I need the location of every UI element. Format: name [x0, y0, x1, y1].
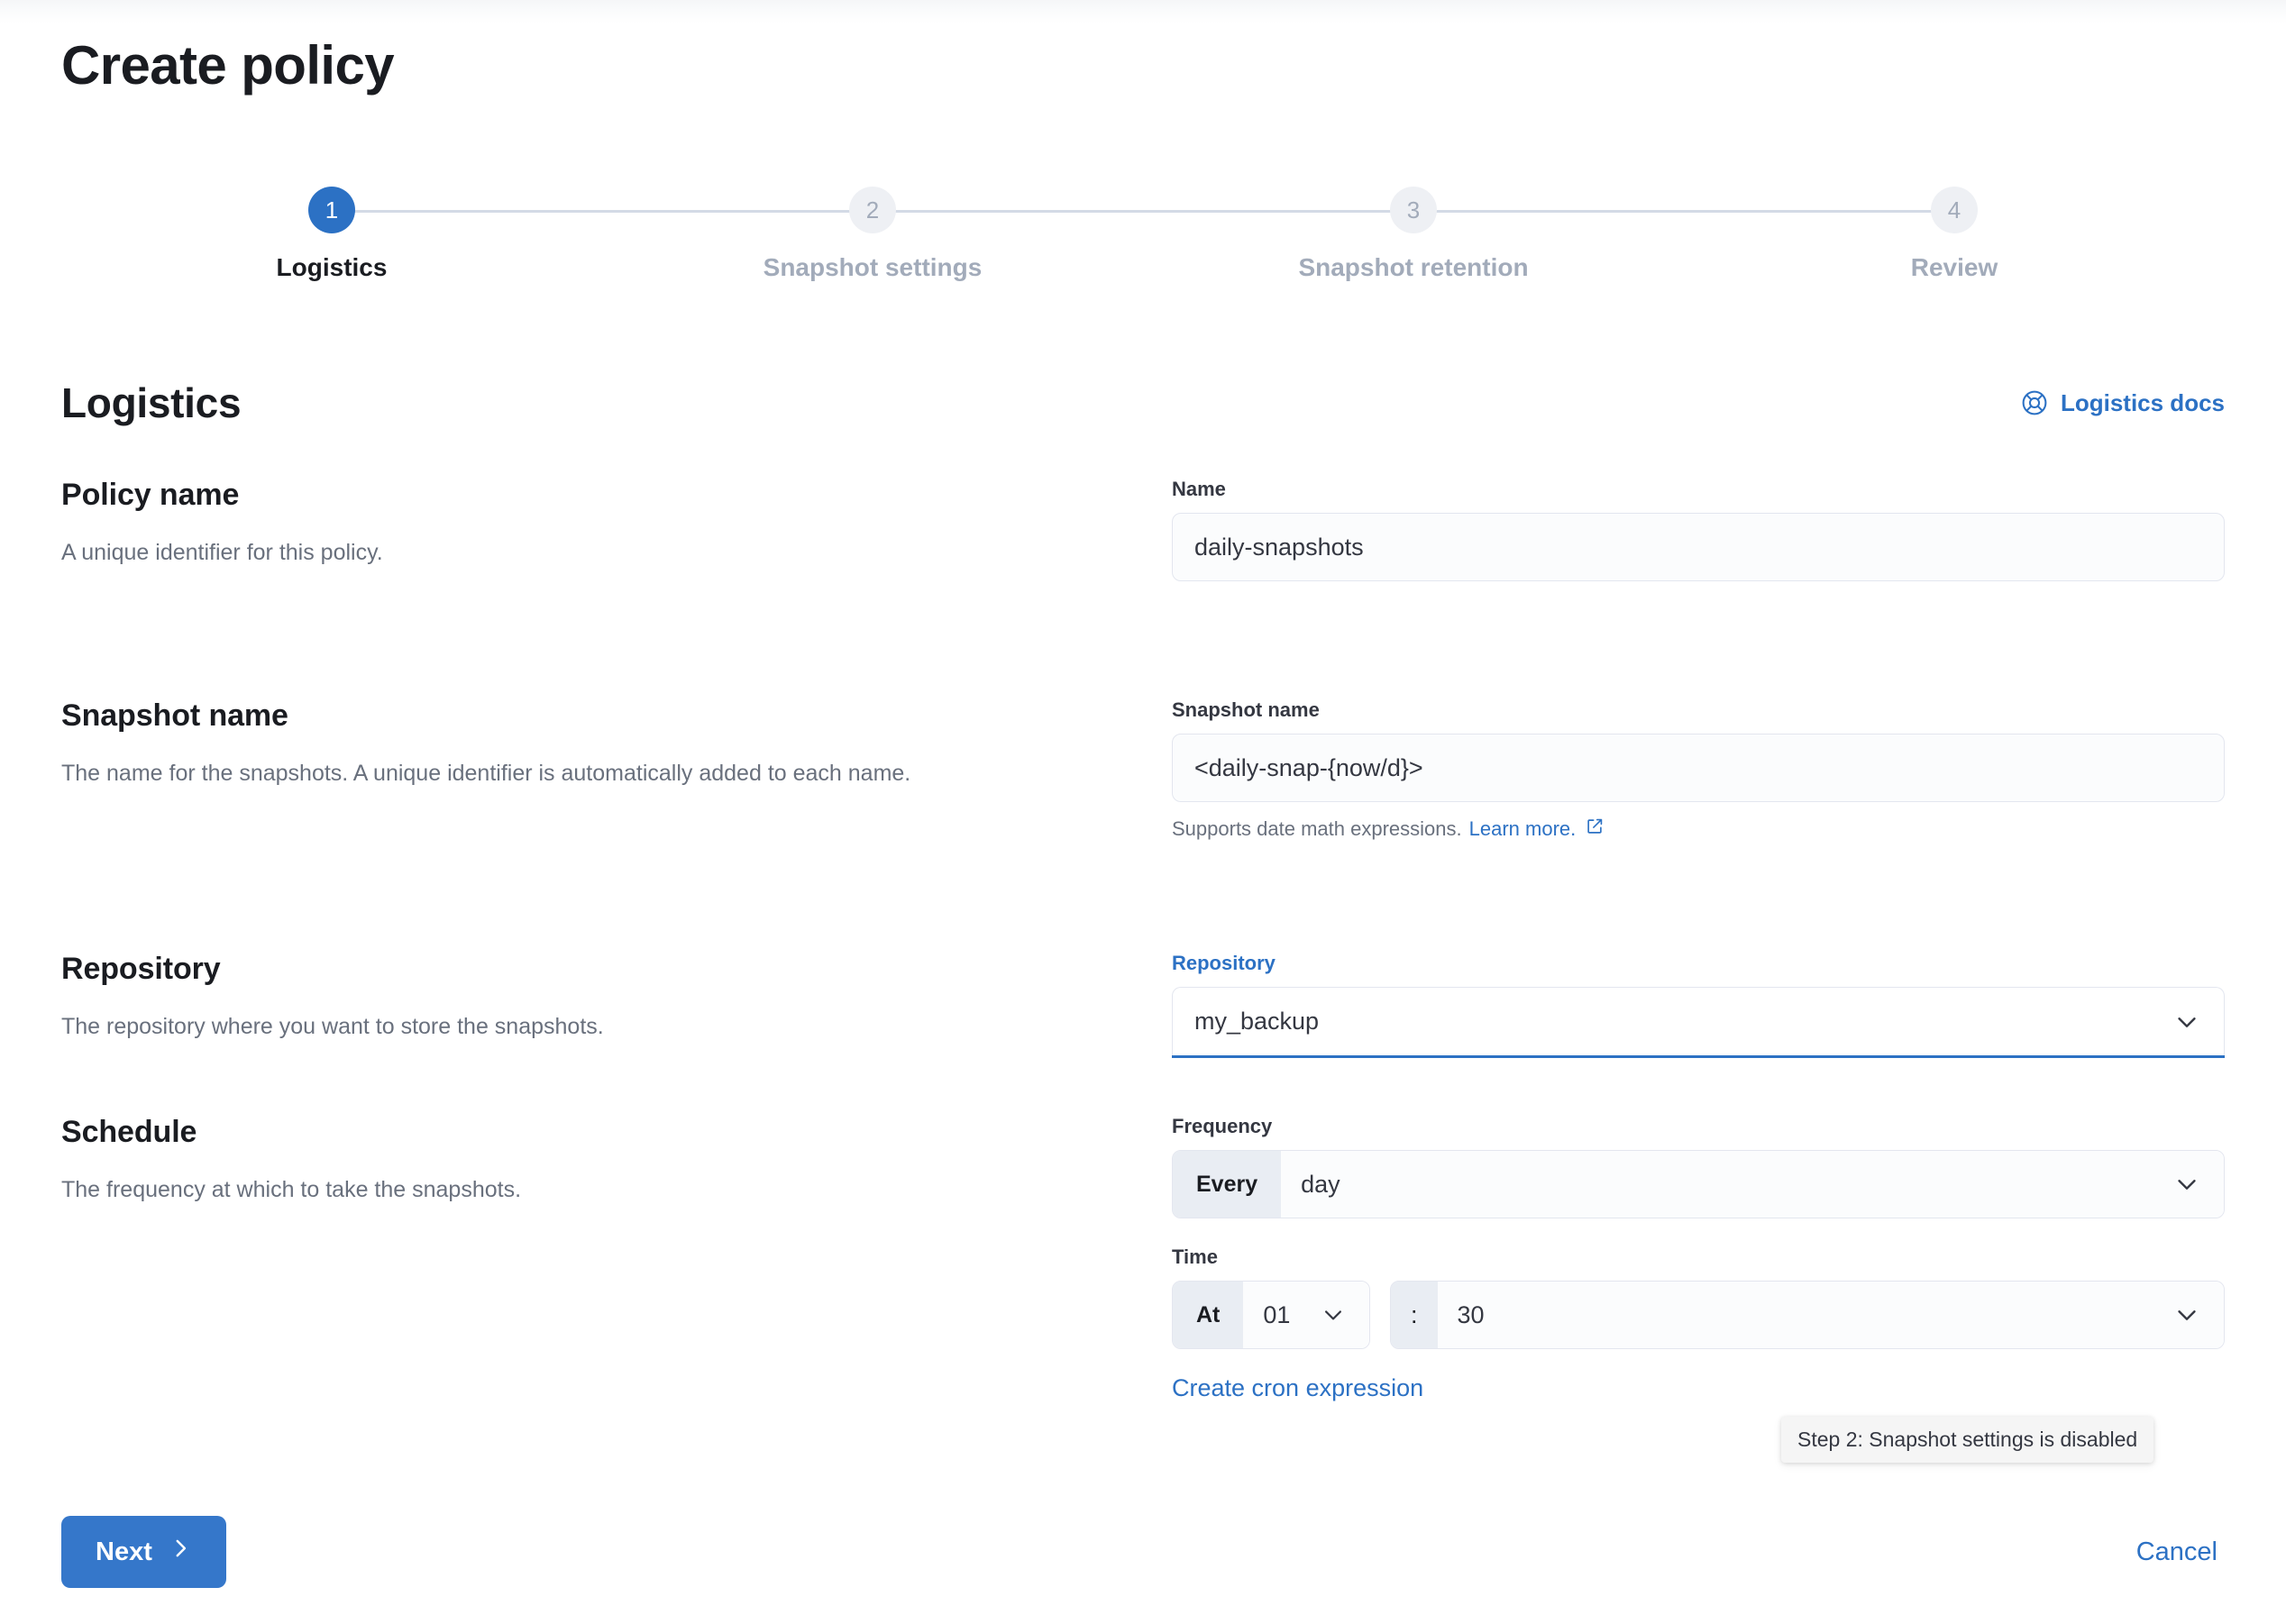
- section-title: Logistics: [61, 379, 241, 427]
- step-indicator: 1 Logistics 2 Snapshot settings 3 Snapsh…: [61, 176, 2225, 302]
- learn-more-link[interactable]: Learn more.: [1469, 817, 1577, 841]
- repository-field-col: Repository my_backup: [1172, 952, 2225, 1055]
- snapshot-name-field-label: Snapshot name: [1172, 698, 2225, 722]
- schedule-description: The frequency at which to take the snaps…: [61, 1173, 1118, 1206]
- snapshot-name-input[interactable]: [1172, 734, 2225, 802]
- frequency-group: Every day: [1172, 1150, 2225, 1218]
- chevron-down-icon: [2173, 1171, 2224, 1198]
- step-item-snapshot-retention[interactable]: 3 Snapshot retention: [1143, 176, 1684, 244]
- section-header: Logistics Logistics docs: [61, 379, 2225, 427]
- step-label: Logistics: [277, 253, 388, 282]
- snapshot-name-help-text: Supports date math expressions.: [1172, 817, 1462, 841]
- schedule-field-col: Frequency Every day Time: [1172, 1115, 2225, 1402]
- step-number-badge: 3: [1390, 187, 1437, 233]
- policy-name-input[interactable]: [1172, 513, 2225, 581]
- next-button[interactable]: Next: [61, 1516, 226, 1588]
- disabled-step-tooltip: Step 2: Snapshot settings is disabled: [1781, 1417, 2153, 1463]
- snapshot-name-description: The name for the snapshots. A unique ide…: [61, 757, 1118, 789]
- cancel-button[interactable]: Cancel: [2136, 1537, 2225, 1567]
- wizard-footer: Next Cancel: [61, 1516, 2225, 1588]
- arrow-right-icon: [169, 1537, 192, 1567]
- time-field-label: Time: [1172, 1245, 2225, 1269]
- time-hours-group: At 01: [1172, 1281, 1370, 1349]
- repository-selected-value: my_backup: [1173, 1008, 2173, 1036]
- lifebuoy-icon: [2021, 389, 2048, 416]
- frequency-field-label: Frequency: [1172, 1115, 2225, 1138]
- time-minutes-select[interactable]: 30: [1438, 1282, 2224, 1348]
- spacer: [61, 581, 2225, 698]
- external-link-icon: [1585, 817, 1605, 842]
- repository-select[interactable]: my_backup: [1172, 987, 2225, 1055]
- repository-description-col: Repository The repository where you want…: [61, 952, 1172, 1043]
- schedule-title: Schedule: [61, 1115, 1118, 1150]
- step-label: Snapshot settings: [764, 253, 983, 282]
- chevron-down-icon: [2173, 1301, 2224, 1328]
- frequency-selected-value: day: [1281, 1171, 2173, 1199]
- policy-name-field-col: Name: [1172, 478, 2225, 581]
- repository-field-label: Repository: [1172, 952, 2225, 975]
- policy-name-title: Policy name: [61, 478, 1118, 513]
- logistics-docs-link[interactable]: Logistics docs: [2021, 389, 2225, 417]
- policy-name-description: A unique identifier for this policy.: [61, 536, 1118, 569]
- time-row: At 01 : 30: [1172, 1281, 2225, 1349]
- time-minutes-value: 30: [1438, 1301, 2173, 1329]
- logistics-form: Policy name A unique identifier for this…: [61, 478, 2225, 1402]
- chevron-down-icon: [2173, 1008, 2224, 1036]
- snapshot-name-help: Supports date math expressions. Learn mo…: [1172, 817, 2225, 842]
- name-field-label: Name: [1172, 478, 2225, 501]
- schedule-description-col: Schedule The frequency at which to take …: [61, 1115, 1172, 1206]
- spacer: [61, 842, 2225, 952]
- time-hours-select[interactable]: 01: [1243, 1282, 1369, 1348]
- time-hours-value: 01: [1243, 1301, 1321, 1329]
- frequency-select[interactable]: day: [1281, 1151, 2224, 1218]
- form-row-policy-name: Policy name A unique identifier for this…: [61, 478, 2225, 581]
- step-item-review[interactable]: 4 Review: [1684, 176, 2225, 244]
- time-prepend-label: At: [1173, 1282, 1243, 1348]
- frequency-prepend-label: Every: [1173, 1151, 1281, 1218]
- time-minutes-group: : 30: [1390, 1281, 2225, 1349]
- snapshot-name-title: Snapshot name: [61, 698, 1118, 734]
- chevron-down-icon: [1321, 1302, 1369, 1327]
- form-row-snapshot-name: Snapshot name The name for the snapshots…: [61, 698, 2225, 842]
- step-label: Snapshot retention: [1298, 253, 1528, 282]
- repository-description: The repository where you want to store t…: [61, 1010, 1118, 1043]
- spacer: [61, 1055, 2225, 1115]
- logistics-docs-label: Logistics docs: [2061, 389, 2225, 417]
- step-number-badge: 2: [849, 187, 896, 233]
- step-number-badge: 1: [308, 187, 355, 233]
- page-title: Create policy: [61, 34, 394, 97]
- create-policy-page: Create policy 1 Logistics 2 Snapshot set…: [0, 0, 2286, 1624]
- snapshot-name-field-col: Snapshot name Supports date math express…: [1172, 698, 2225, 842]
- next-button-label: Next: [96, 1537, 152, 1567]
- create-cron-expression-link[interactable]: Create cron expression: [1172, 1374, 1423, 1402]
- repository-title: Repository: [61, 952, 1118, 987]
- form-row-schedule: Schedule The frequency at which to take …: [61, 1115, 2225, 1402]
- time-separator-label: :: [1391, 1282, 1438, 1348]
- step-number-badge: 4: [1931, 187, 1978, 233]
- step-label: Review: [1911, 253, 1998, 282]
- policy-name-description-col: Policy name A unique identifier for this…: [61, 478, 1172, 569]
- form-row-repository: Repository The repository where you want…: [61, 952, 2225, 1055]
- step-item-logistics[interactable]: 1 Logistics: [61, 176, 602, 244]
- snapshot-name-description-col: Snapshot name The name for the snapshots…: [61, 698, 1172, 789]
- step-item-snapshot-settings[interactable]: 2 Snapshot settings: [602, 176, 1143, 244]
